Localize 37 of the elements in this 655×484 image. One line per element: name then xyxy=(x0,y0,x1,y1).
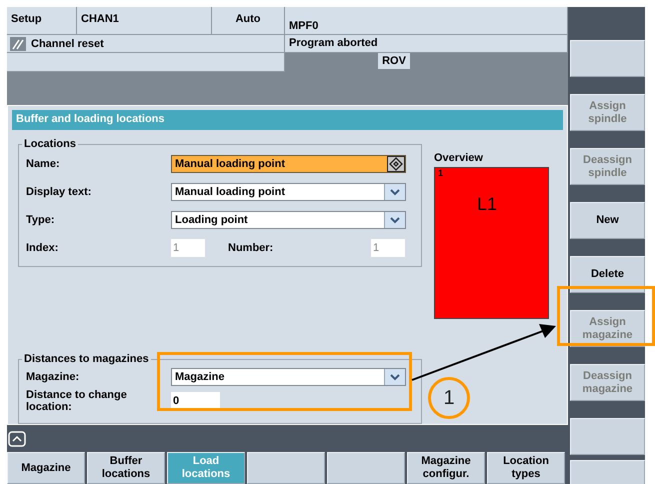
edit-icon[interactable] xyxy=(387,156,405,172)
chevron-down-icon[interactable] xyxy=(390,374,400,380)
group-title: Locations xyxy=(23,138,77,150)
chevron-up-icon[interactable] xyxy=(8,430,26,446)
dropdown-field[interactable]: Manual loading point xyxy=(171,183,406,201)
operating-mode: Auto xyxy=(212,7,285,35)
softkey-tab[interactable]: Magazine configur. xyxy=(407,452,485,484)
override-indicator: ROV xyxy=(378,53,410,69)
softkey-button[interactable]: New xyxy=(570,202,645,239)
softkey-tab[interactable]: Location types xyxy=(487,452,565,484)
mode-label: Setup xyxy=(7,7,77,35)
program-status: Program aborted xyxy=(285,35,568,53)
callout-number: 1 xyxy=(428,377,470,419)
channel-status: Channel reset xyxy=(31,38,104,50)
reset-icon xyxy=(10,36,26,50)
softkey-tab[interactable]: Buffer locations xyxy=(87,452,165,484)
location-label: L1 xyxy=(477,194,498,215)
field-label: Display text: xyxy=(26,186,92,198)
dropdown-field[interactable]: Magazine xyxy=(171,368,406,386)
program-name: MPF0 xyxy=(285,7,568,35)
dropdown-field[interactable]: Loading point xyxy=(171,211,406,229)
name-field[interactable]: Manual loading point xyxy=(171,155,406,173)
chevron-down-icon[interactable] xyxy=(390,188,400,196)
field-label: Magazine: xyxy=(26,371,80,383)
channel-label: CHAN1 xyxy=(77,7,212,35)
field-label: Type: xyxy=(26,214,56,226)
field-label: Index: xyxy=(26,242,60,254)
field-label: Number: xyxy=(227,242,274,254)
field-label: Distance to change location: xyxy=(26,389,128,413)
dialog-title: Buffer and loading locations xyxy=(12,110,563,130)
overview-title: Overview xyxy=(434,152,484,164)
chevron-down-icon[interactable] xyxy=(390,216,400,224)
group-title: Distances to magazines xyxy=(23,353,150,365)
field-label: Name: xyxy=(26,158,61,170)
softkey-button[interactable]: Delete xyxy=(570,256,645,293)
location-index: 1 xyxy=(438,168,444,178)
softkey-tab[interactable]: Magazine xyxy=(7,452,85,484)
